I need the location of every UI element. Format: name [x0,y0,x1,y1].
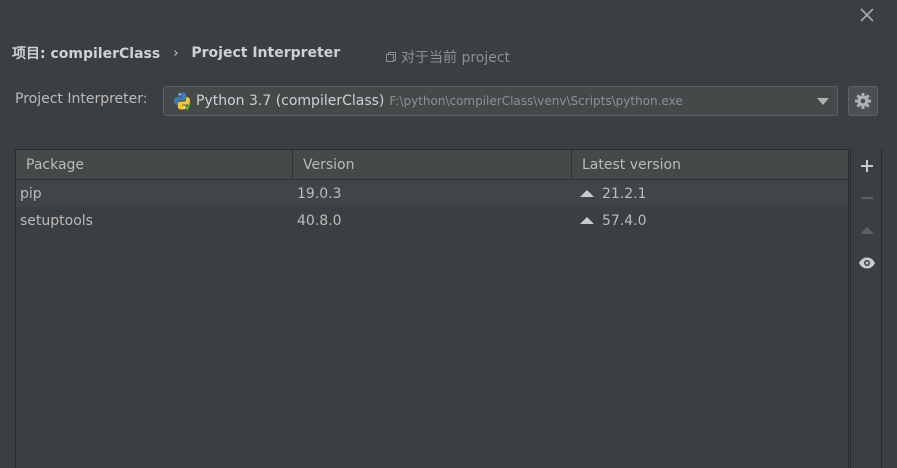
package-version: 19.0.3 [297,185,342,202]
upgrade-icon [859,227,874,234]
table-row[interactable]: setuptools 40.8.0 57.4.0 [16,207,848,234]
packages-toolbar [850,149,882,468]
column-header-latest-version[interactable]: Latest version [572,150,848,180]
column-header-package[interactable]: Package [16,150,293,180]
package-latest: 57.4.0 [572,207,848,234]
package-latest-version: 57.4.0 [602,212,647,229]
plus-icon [860,160,873,172]
breadcrumb-page: Project Interpreter [191,45,341,61]
interpreter-name: Python 3.7 (compilerClass) [196,93,385,109]
column-header-version[interactable]: Version [293,150,572,180]
interpreter-select[interactable]: Python 3.7 (compilerClass) F:\python\com… [163,86,838,116]
package-latest-version: 21.2.1 [602,185,647,202]
interpreter-label: Project Interpreter: [15,91,148,107]
interpreter-path: F:\python\compilerClass\venv\Scripts\pyt… [389,94,683,108]
chevron-down-icon [817,98,829,105]
close-icon [860,8,874,22]
eye-icon [858,257,875,269]
breadcrumb-separator: › [173,45,179,61]
minus-icon [860,197,873,199]
package-name: pip [20,185,42,202]
package-latest: 21.2.1 [572,180,848,207]
packages-table: Package Version Latest version pip 19.0.… [15,149,849,468]
interpreter-settings-button[interactable] [848,86,878,116]
scope-note: 对于当前 project [385,47,510,67]
breadcrumb: 项目: compilerClass › Project Interpreter [12,43,340,63]
package-name: setuptools [20,212,93,229]
python-icon [172,91,192,111]
upgrade-arrow-icon [580,190,594,197]
breadcrumb-project[interactable]: 项目: compilerClass [12,43,160,63]
remove-package-button[interactable] [851,183,882,213]
copy-icon [385,51,397,63]
table-row[interactable]: pip 19.0.3 21.2.1 [16,180,848,207]
upgrade-package-button[interactable] [851,216,882,246]
add-package-button[interactable] [851,151,882,181]
scope-text: 对于当前 project [401,50,511,66]
close-button[interactable] [856,4,878,26]
show-early-releases-button[interactable] [851,248,882,278]
upgrade-arrow-icon [580,217,594,224]
gear-icon [855,93,871,109]
package-version: 40.8.0 [297,212,342,229]
table-header: Package Version Latest version [16,150,848,180]
